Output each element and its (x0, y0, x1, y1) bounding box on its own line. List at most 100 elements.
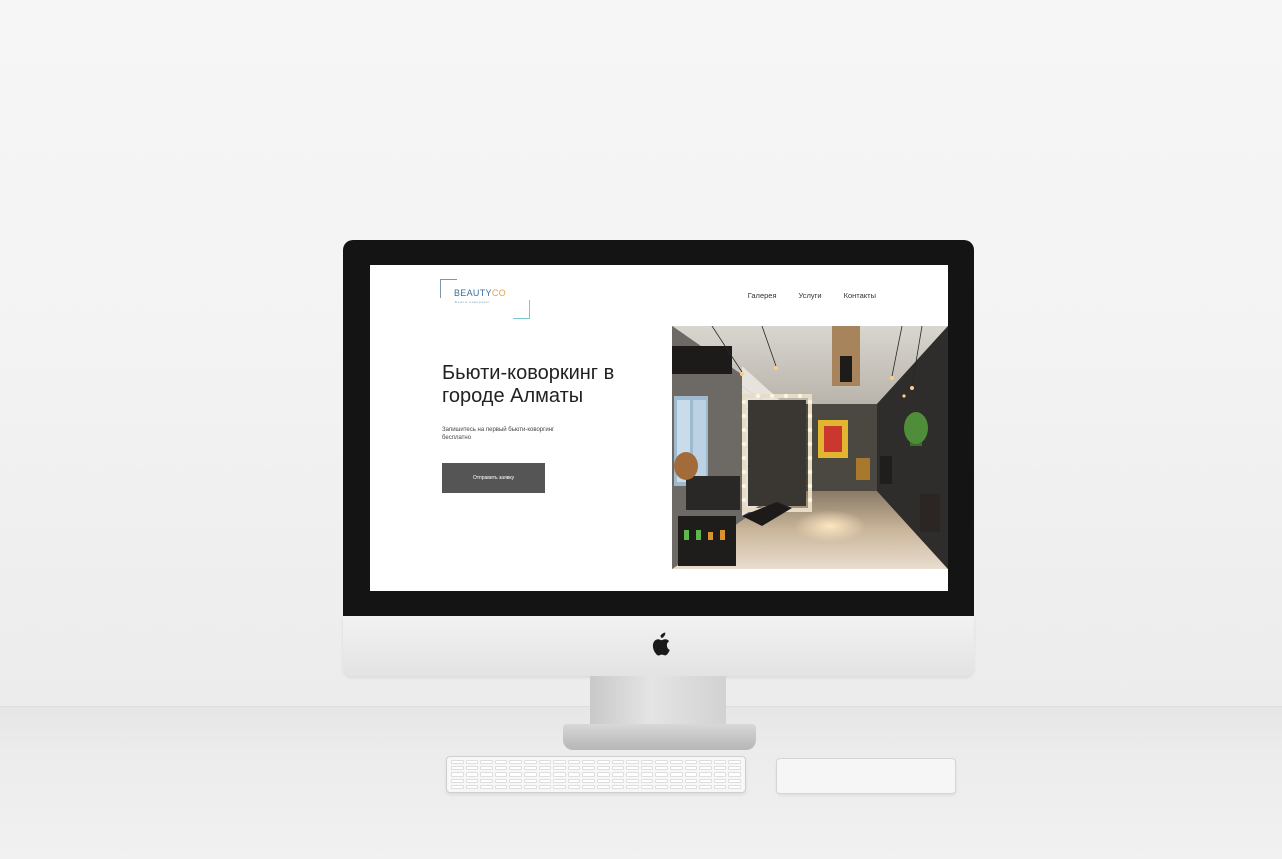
keyboard-key (597, 778, 610, 783)
keyboard-key (670, 778, 683, 783)
keyboard-key (465, 778, 479, 783)
keyboard-key (640, 760, 654, 765)
keyboard-key (728, 784, 741, 789)
trackpad (776, 758, 956, 794)
keyboard-key (480, 760, 493, 765)
keyboard-key (611, 760, 625, 765)
keyboard-key (684, 778, 698, 783)
logo-brand-accent: CO (491, 288, 506, 298)
keyboard-key (494, 766, 508, 771)
keyboard-key (451, 766, 464, 771)
keyboard-key (494, 784, 508, 789)
keyboard-key (713, 778, 727, 783)
logo-tagline: Бьюти-коворкинг (455, 300, 491, 304)
monitor-stand-neck (590, 676, 726, 728)
keyboard-key (538, 784, 552, 789)
keyboard-key (465, 760, 479, 765)
keyboard-key (567, 784, 581, 789)
keyboard-key (538, 778, 552, 783)
keyboard-key (655, 772, 668, 777)
keyboard-key (728, 778, 741, 783)
keyboard-key (451, 778, 464, 783)
keyboard-key (684, 772, 698, 777)
keyboard-key (728, 760, 741, 765)
keyboard-key (728, 772, 741, 777)
keyboard-key (567, 760, 581, 765)
keyboard-key (670, 766, 683, 771)
keyboard-key (713, 772, 727, 777)
logo-corner-bottom-right (513, 300, 530, 319)
nav-link-services[interactable]: Услуги (799, 291, 822, 300)
site-logo[interactable]: BEAUTYCO Бьюти-коворкинг (440, 279, 530, 319)
keyboard-key (611, 778, 625, 783)
keyboard (446, 756, 746, 793)
keyboard-key (509, 778, 522, 783)
keyboard-key (597, 760, 610, 765)
keyboard-key (699, 760, 712, 765)
keyboard-key (538, 760, 552, 765)
hero-title: Бьюти-коворкинг в городе Алматы (442, 362, 615, 407)
keyboard-key (553, 760, 566, 765)
keyboard-key (626, 772, 639, 777)
keyboard-key (524, 766, 537, 771)
keyboard-key (567, 772, 581, 777)
keyboard-key (465, 772, 479, 777)
keyboard-key (451, 784, 464, 789)
keyboard-key (494, 760, 508, 765)
keyboard-key (524, 760, 537, 765)
keyboard-key (597, 766, 610, 771)
keyboard-key (713, 784, 727, 789)
keyboard-key (611, 784, 625, 789)
keyboard-key (582, 778, 595, 783)
keyboard-key (553, 772, 566, 777)
keyboard-key (567, 766, 581, 771)
keyboard-key (465, 766, 479, 771)
keyboard-key (582, 766, 595, 771)
keyboard-key (597, 772, 610, 777)
keyboard-key (655, 778, 668, 783)
keyboard-key (684, 760, 698, 765)
keyboard-key (670, 760, 683, 765)
keyboard-key (626, 784, 639, 789)
keyboard-key (640, 778, 654, 783)
keyboard-key (480, 766, 493, 771)
keyboard-key (699, 772, 712, 777)
keyboard-key (684, 766, 698, 771)
keyboard-key (611, 772, 625, 777)
keyboard-key (582, 772, 595, 777)
hero-subtitle: Запишитесь на первый бьюти-коворгинг бес… (442, 427, 555, 441)
keyboard-key (640, 766, 654, 771)
send-request-button[interactable]: Отправить заявку (442, 463, 545, 493)
keyboard-key (582, 760, 595, 765)
keyboard-key (494, 772, 508, 777)
keyboard-key (494, 778, 508, 783)
keyboard-key (728, 766, 741, 771)
keyboard-key (480, 772, 493, 777)
keyboard-key (451, 772, 464, 777)
keyboard-key (699, 784, 712, 789)
nav-link-gallery[interactable]: Галерея (748, 291, 777, 300)
main-nav: Галерея Услуги Контакты (748, 291, 876, 300)
keyboard-key (699, 766, 712, 771)
keyboard-key (640, 784, 654, 789)
apple-logo-icon (646, 628, 674, 660)
keyboard-key (553, 784, 566, 789)
keyboard-key (509, 784, 522, 789)
keyboard-key (713, 766, 727, 771)
keyboard-key (626, 760, 639, 765)
keyboard-key (451, 760, 464, 765)
keyboard-key (699, 778, 712, 783)
keyboard-key (655, 784, 668, 789)
nav-link-contacts[interactable]: Контакты (844, 291, 876, 300)
logo-brand-main: BEAUTY (454, 288, 492, 298)
logo-brand: BEAUTYCO (454, 288, 506, 298)
keyboard-key (684, 784, 698, 789)
keyboard-key (480, 784, 493, 789)
keyboard-key (655, 760, 668, 765)
keyboard-key (553, 766, 566, 771)
keyboard-key (538, 772, 552, 777)
keyboard-key (670, 784, 683, 789)
keyboard-key (640, 772, 654, 777)
keyboard-key (626, 778, 639, 783)
keyboard-key (480, 778, 493, 783)
